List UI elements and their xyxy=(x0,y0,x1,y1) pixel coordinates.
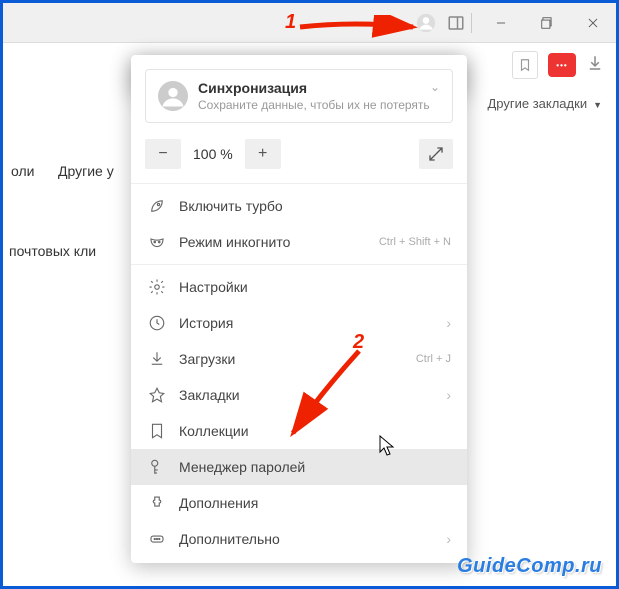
profile-icon[interactable] xyxy=(411,8,441,38)
divider xyxy=(131,264,467,265)
shortcut-label: Ctrl + Shift + N xyxy=(379,236,451,248)
window-titlebar xyxy=(3,3,616,43)
annotation-number: 1 xyxy=(285,11,296,34)
extension-badge[interactable]: ••• xyxy=(548,53,576,77)
download-icon xyxy=(147,349,167,369)
background-text: оли xyxy=(11,163,34,179)
menu-item-incognito[interactable]: Режим инкогнито Ctrl + Shift + N xyxy=(131,224,467,260)
avatar-icon xyxy=(158,81,188,111)
background-text: почтовых кли xyxy=(9,243,96,259)
annotation-number: 2 xyxy=(353,331,364,354)
menu-item-label: Менеджер паролей xyxy=(179,459,305,475)
sync-title: Синхронизация xyxy=(198,80,430,96)
maximize-button[interactable] xyxy=(524,4,570,42)
download-icon[interactable] xyxy=(586,54,604,77)
menu-item-label: История xyxy=(179,315,233,331)
menu-item-collections[interactable]: Коллекции xyxy=(131,413,467,449)
menu-item-addons[interactable]: Дополнения xyxy=(131,485,467,521)
zoom-controls: − 100 % + xyxy=(131,135,467,179)
key-icon xyxy=(147,457,167,477)
menu-item-label: Загрузки xyxy=(179,351,235,367)
chevron-right-icon: › xyxy=(446,531,451,547)
menu-item-label: Режим инкогнито xyxy=(179,234,290,250)
menu-item-label: Дополнительно xyxy=(179,531,280,547)
menu-item-label: Закладки xyxy=(179,387,240,403)
chevron-down-icon: ⌄ xyxy=(430,80,440,94)
bookmark-flag-icon[interactable] xyxy=(512,51,538,79)
menu-item-label: Дополнения xyxy=(179,495,258,511)
separator xyxy=(471,13,472,33)
chevron-right-icon: › xyxy=(446,315,451,331)
zoom-out-button[interactable]: − xyxy=(145,139,181,169)
sync-box[interactable]: Синхронизация Сохраните данные, чтобы их… xyxy=(145,69,453,123)
clock-icon xyxy=(147,313,167,333)
sync-subtitle: Сохраните данные, чтобы их не потерять xyxy=(198,98,430,112)
star-icon xyxy=(147,385,167,405)
menu-item-downloads[interactable]: Загрузки Ctrl + J xyxy=(131,341,467,377)
close-button[interactable] xyxy=(570,4,616,42)
menu-item-label: Настройки xyxy=(179,279,248,295)
zoom-in-button[interactable]: + xyxy=(245,139,281,169)
shortcut-label: Ctrl + J xyxy=(416,353,451,365)
dots-icon xyxy=(147,529,167,549)
puzzle-icon xyxy=(147,493,167,513)
menu-item-turbo[interactable]: Включить турбо xyxy=(131,188,467,224)
main-menu-dropdown: Синхронизация Сохраните данные, чтобы их… xyxy=(131,55,467,563)
mouse-cursor-icon xyxy=(379,435,397,462)
chevron-down-icon: ▼ xyxy=(593,100,602,110)
background-text: Другие у xyxy=(58,163,114,179)
other-bookmarks-button[interactable]: Другие закладки▼ xyxy=(487,96,602,111)
rocket-icon xyxy=(147,196,167,216)
menu-item-label: Включить турбо xyxy=(179,198,283,214)
menu-item-more[interactable]: Дополнительно › xyxy=(131,521,467,557)
menu-item-label: Коллекции xyxy=(179,423,249,439)
mask-icon xyxy=(147,232,167,252)
menu-item-history[interactable]: История › xyxy=(131,305,467,341)
chevron-right-icon: › xyxy=(446,387,451,403)
watermark: GuideComp.ru xyxy=(457,555,602,578)
zoom-value: 100 % xyxy=(189,146,237,162)
minimize-button[interactable] xyxy=(478,4,524,42)
divider xyxy=(131,183,467,184)
menu-item-settings[interactable]: Настройки xyxy=(131,269,467,305)
sidebar-toggle-icon[interactable] xyxy=(441,8,471,38)
menu-item-password-manager[interactable]: Менеджер паролей xyxy=(131,449,467,485)
fullscreen-button[interactable] xyxy=(419,139,453,169)
flag-icon xyxy=(147,421,167,441)
menu-item-bookmarks[interactable]: Закладки › xyxy=(131,377,467,413)
gear-icon xyxy=(147,277,167,297)
